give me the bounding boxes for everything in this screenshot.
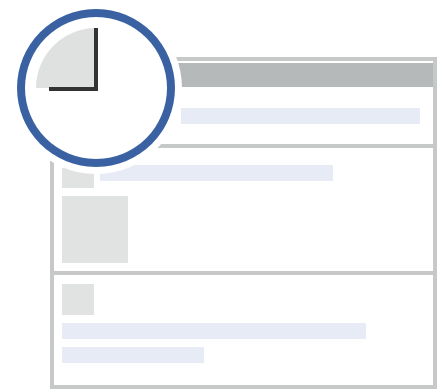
clock-hour-hand (94, 28, 98, 91)
feed-divider-2 (54, 271, 433, 275)
feed-card-2-image (62, 196, 128, 263)
feed-card-1-text-line (181, 108, 420, 124)
scheduled-post-illustration (0, 0, 444, 391)
feed-card-3-avatar (62, 284, 94, 315)
scheduled-post-graphic (10, 2, 437, 389)
clock-minute-hand (49, 87, 98, 91)
feed-card-3-text-line-1 (62, 323, 366, 339)
clock-icon (10, 2, 182, 174)
feed-card-3-text-line-2 (62, 347, 204, 363)
feed-card-2-text-line (100, 165, 333, 181)
